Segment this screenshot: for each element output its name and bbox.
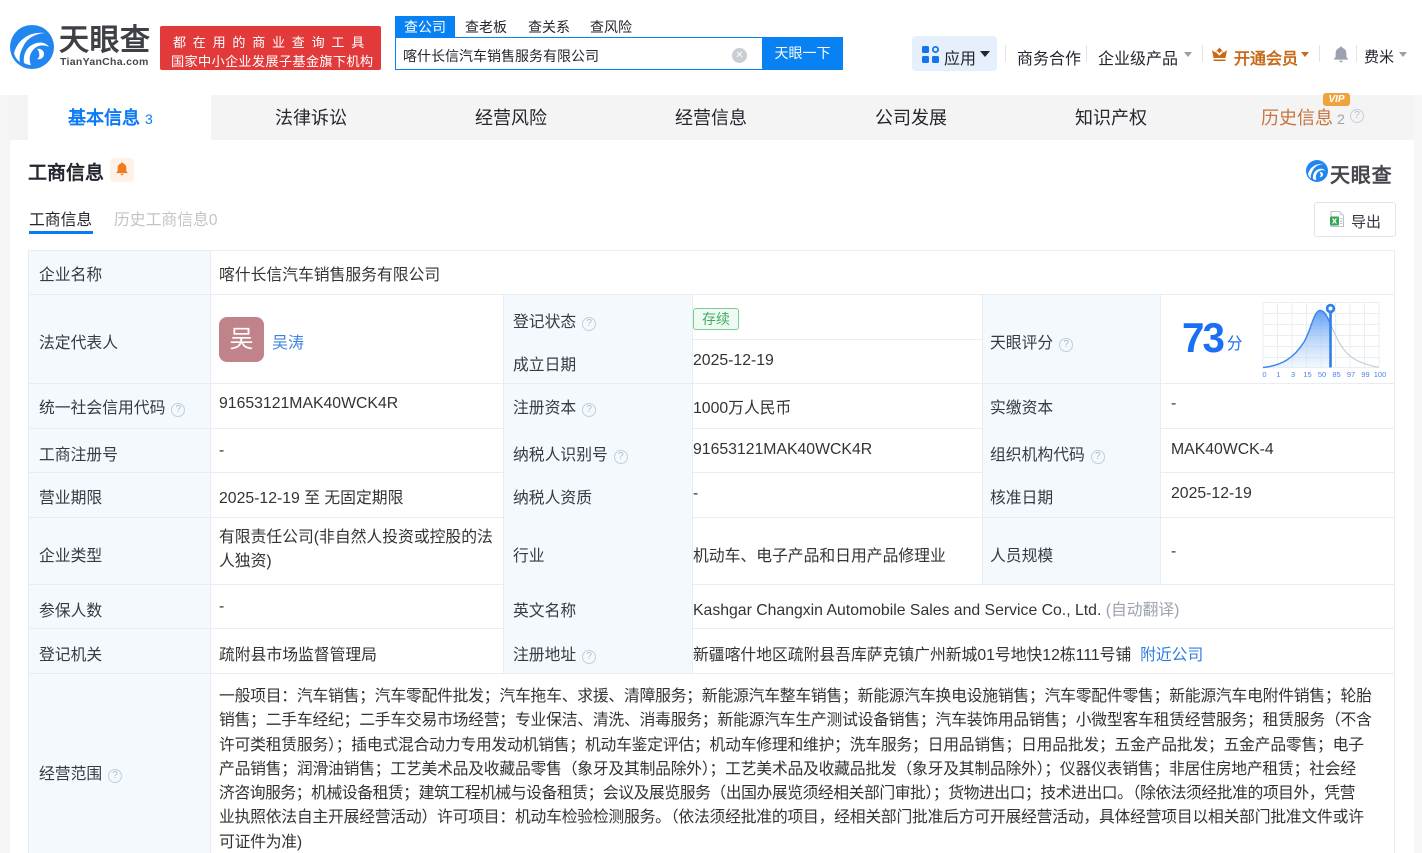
svg-text:50: 50 (1318, 370, 1326, 378)
svg-text:97: 97 (1347, 370, 1355, 378)
svg-text:0: 0 (1262, 370, 1266, 378)
svg-text:1: 1 (1276, 370, 1280, 378)
svg-text:15: 15 (1303, 370, 1311, 378)
svg-text:100: 100 (1374, 370, 1386, 378)
svg-text:99: 99 (1361, 370, 1369, 378)
svg-text:3: 3 (1291, 370, 1295, 378)
svg-text:85: 85 (1332, 370, 1340, 378)
